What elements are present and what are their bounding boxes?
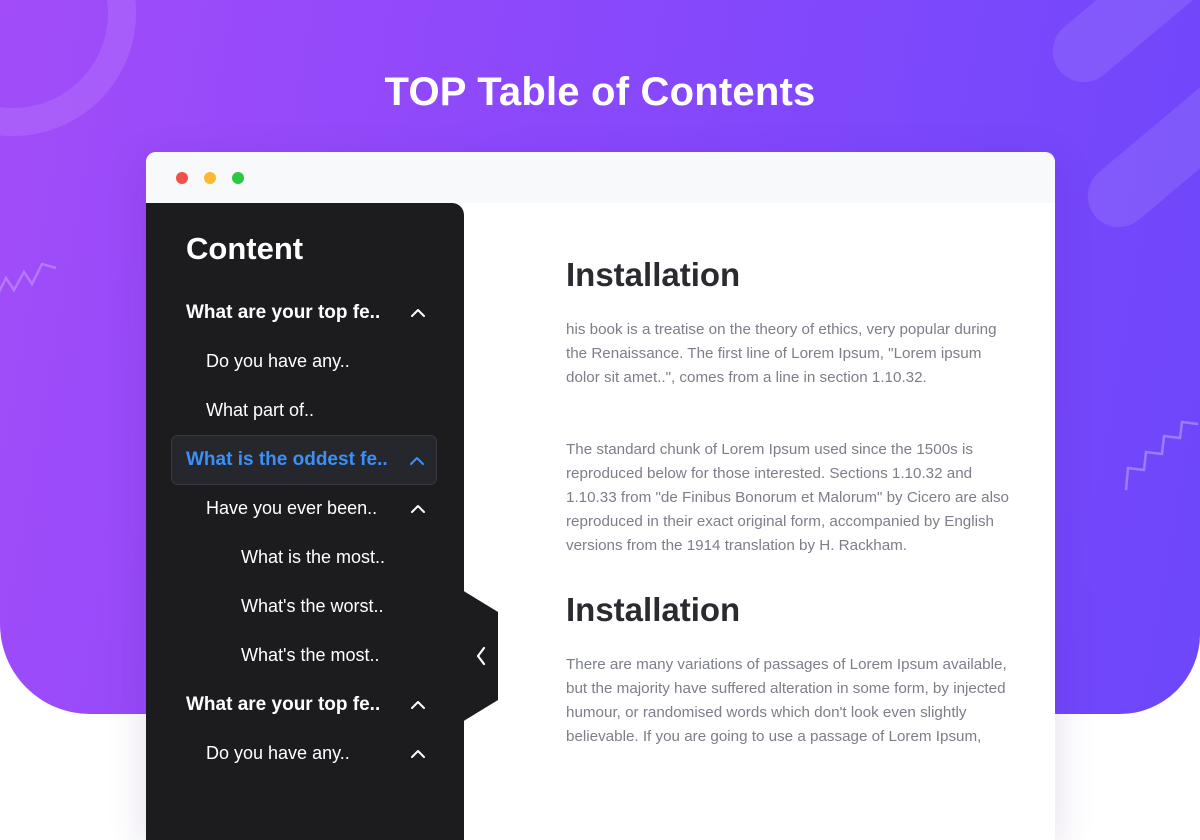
maximize-window-dot[interactable] — [232, 172, 244, 184]
toc-item-label: What is the oddest fe.. — [186, 449, 388, 470]
toc-item[interactable]: What is the most.. — [146, 533, 464, 582]
decorative-zigzag — [0, 262, 57, 293]
window-titlebar — [146, 152, 1055, 203]
toc-item[interactable]: What's the most.. — [146, 631, 464, 680]
toc-item-label: What are your top fe.. — [186, 302, 381, 323]
minimize-window-dot[interactable] — [204, 172, 216, 184]
close-window-dot[interactable] — [176, 172, 188, 184]
toc-item-label: Do you have any.. — [206, 743, 350, 763]
chevron-up-icon[interactable] — [410, 746, 426, 762]
section-paragraph: The standard chunk of Lorem Ipsum used s… — [566, 441, 1009, 554]
chevron-up-icon[interactable] — [410, 501, 426, 517]
toc-item-label: Have you ever been.. — [206, 498, 378, 518]
chevron-up-icon[interactable] — [409, 453, 425, 469]
toc-item-label: What are your top fe.. — [186, 694, 381, 715]
sidebar-collapse-toggle[interactable] — [462, 590, 500, 722]
toc-item-label: What's the most.. — [241, 645, 380, 665]
sidebar-title: Content — [186, 231, 304, 266]
browser-window: Content What are your top fe.. Do you hav… — [146, 152, 1055, 840]
decorative-zigzag — [1124, 420, 1199, 491]
toc-item[interactable]: Have you ever been.. — [146, 484, 464, 533]
section-paragraph: his book is a treatise on the theory of … — [566, 321, 997, 386]
toc-item[interactable]: Do you have any.. — [146, 729, 464, 778]
toc-item-label: What part of.. — [206, 400, 315, 420]
chevron-up-icon[interactable] — [410, 697, 426, 713]
chevron-up-icon[interactable] — [410, 305, 426, 321]
toc-item[interactable]: What are your top fe.. — [146, 288, 464, 337]
toc-item-label: Do you have any.. — [206, 351, 350, 371]
decorative-ring — [0, 0, 136, 136]
toc-item-label: What's the worst.. — [241, 596, 384, 616]
section-heading: Installation — [566, 591, 741, 628]
toc-item[interactable]: Do you have any.. — [146, 337, 464, 386]
toc-item[interactable]: What's the worst.. — [146, 582, 464, 631]
toc-item-label: What is the most.. — [241, 547, 386, 567]
page-title: TOP Table of Contents — [384, 70, 816, 114]
toc-sidebar: Content What are your top fe.. Do you hav… — [146, 203, 464, 840]
section-paragraph: There are many variations of passages of… — [566, 656, 1007, 745]
toc-item[interactable]: What part of.. — [146, 386, 464, 435]
toc-item[interactable]: What are your top fe.. — [146, 680, 464, 729]
toc-item[interactable]: What is the oddest fe.. — [171, 435, 437, 485]
section-heading: Installation — [566, 256, 741, 293]
